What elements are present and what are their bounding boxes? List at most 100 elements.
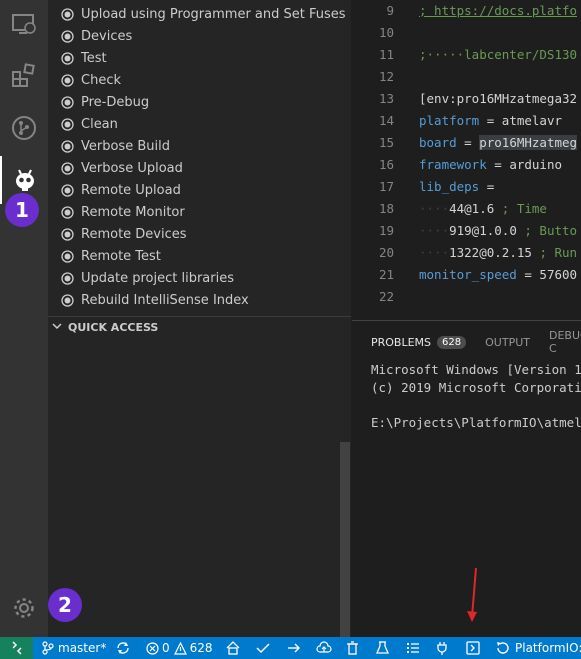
tree-label: Platform updates bbox=[89, 487, 201, 502]
line-number: 20 bbox=[378, 245, 394, 260]
line-number: 15 bbox=[378, 135, 394, 150]
remote-upload-cloud-icon[interactable] bbox=[316, 637, 332, 659]
code-line: 12 bbox=[352, 66, 581, 88]
tree-group[interactable]: Updates bbox=[48, 440, 340, 462]
line-number: 21 bbox=[378, 267, 394, 282]
upload-arrow-icon[interactable] bbox=[287, 637, 301, 659]
tree-group[interactable]: Debug bbox=[48, 374, 340, 396]
line-number: 13 bbox=[378, 91, 394, 106]
indent-whitespace: ···· bbox=[419, 201, 450, 216]
tree-item[interactable]: Upgrade PlatformIO Core bbox=[48, 616, 340, 637]
error-icon bbox=[146, 641, 159, 655]
task-item[interactable]: Verbose Upload bbox=[48, 157, 351, 179]
config-key: monitor_speed bbox=[419, 267, 517, 282]
serial-monitor-plug-icon[interactable] bbox=[436, 637, 448, 659]
config-key: platform bbox=[419, 113, 480, 128]
tree-item[interactable]: Clone Git Project bbox=[48, 572, 340, 594]
remote-indicator[interactable] bbox=[0, 637, 33, 659]
source-control-icon[interactable] bbox=[0, 104, 48, 152]
task-item[interactable]: Clean bbox=[48, 113, 351, 135]
task-item[interactable]: Pre-Debug bbox=[48, 91, 351, 113]
tab-problems-label: PROBLEMS bbox=[371, 335, 432, 349]
code-line: 11 ;·····labcenter/DS130 bbox=[352, 44, 581, 66]
task-item[interactable]: Remote Upload bbox=[48, 179, 351, 201]
code-token: ; https://docs.platfo bbox=[419, 3, 578, 18]
config-key: framework bbox=[419, 157, 487, 172]
task-item[interactable]: Rebuild IntelliSense Index bbox=[48, 289, 351, 311]
extensions-icon[interactable] bbox=[0, 52, 48, 100]
indent-whitespace: ···· bbox=[419, 223, 450, 238]
tree-item[interactable]: Library updates bbox=[48, 462, 340, 484]
trash-icon[interactable] bbox=[346, 637, 359, 659]
task-item[interactable]: Remote Devices bbox=[48, 223, 351, 245]
tree-item[interactable]: Toggle Debug Console bbox=[48, 418, 340, 440]
code-text: ····919@1.0.0 ; Butto bbox=[419, 223, 577, 238]
tree-label: Debug bbox=[81, 377, 124, 392]
tree-group[interactable]: Miscellaneous bbox=[48, 528, 340, 550]
task-item[interactable]: Devices bbox=[48, 25, 351, 47]
code-line: 16 framework = arduino bbox=[352, 154, 581, 176]
task-label: Verbose Build bbox=[81, 138, 170, 154]
tree-label: Update All bbox=[89, 509, 157, 524]
task-radio-icon bbox=[61, 95, 74, 109]
tree-item[interactable]: Update All bbox=[48, 506, 340, 528]
code-text: monitor_speed = 57600 bbox=[419, 267, 577, 282]
task-list-icon[interactable] bbox=[406, 637, 420, 659]
task-radio-icon bbox=[61, 139, 74, 153]
tree-item[interactable]: Platform updates bbox=[48, 484, 340, 506]
task-label: Clean bbox=[81, 116, 118, 132]
tree-item[interactable]: New Terminal bbox=[48, 594, 340, 616]
equals-sign: = bbox=[456, 135, 480, 150]
task-radio-icon bbox=[61, 249, 74, 263]
task-item[interactable]: Test bbox=[48, 47, 351, 69]
test-flask-icon[interactable] bbox=[376, 637, 389, 659]
code-line: 21 monitor_speed = 57600 bbox=[352, 264, 581, 286]
code-editor[interactable]: 9 ; https://docs.platfo 10 11 ;·····labcente… bbox=[352, 0, 581, 320]
line-number: 10 bbox=[378, 25, 394, 40]
dependency-id: 919@1.0.0 bbox=[449, 223, 517, 238]
task-item[interactable]: Upload using Programmer and Set Fuses bbox=[48, 3, 351, 25]
branch-indicator[interactable]: master* bbox=[42, 637, 106, 659]
annotation-arrow bbox=[467, 567, 477, 622]
gear-icon[interactable] bbox=[0, 584, 48, 632]
platformio-status[interactable]: PlatformIO: I bbox=[496, 637, 581, 659]
task-item[interactable]: Check bbox=[48, 69, 351, 91]
task-item[interactable]: Update project libraries bbox=[48, 267, 351, 289]
chevron-down-icon bbox=[60, 444, 70, 459]
tree-item[interactable]: PlatformIO Core CLI bbox=[48, 550, 340, 572]
task-label: Rebuild IntelliSense Index bbox=[81, 292, 249, 308]
task-item[interactable]: Verbose Build bbox=[48, 135, 351, 157]
line-number: 9 bbox=[386, 3, 394, 18]
sync-icon[interactable] bbox=[116, 637, 130, 659]
new-terminal-icon[interactable] bbox=[466, 637, 480, 659]
code-text: ;·····labcenter/DS130 bbox=[419, 47, 577, 62]
code-line: 19 ····919@1.0.0 ; Butto bbox=[352, 220, 581, 242]
tab-output[interactable]: OUTPUT bbox=[485, 336, 530, 349]
task-label: Remote Monitor bbox=[81, 204, 185, 220]
tab-problems[interactable]: PROBLEMS 628 bbox=[371, 335, 467, 349]
tree-item[interactable]: Devices bbox=[48, 352, 340, 374]
status-bar: master* 0 628 PlatformIO: I bbox=[0, 637, 581, 659]
tree-item[interactable]: Start Debugging bbox=[48, 396, 340, 418]
terminal-line: (c) 2019 Microsoft Corporation bbox=[371, 380, 581, 395]
code-line: 15 board = pro16MHzatmeg bbox=[352, 132, 581, 154]
build-check-icon[interactable] bbox=[256, 637, 270, 659]
task-item[interactable]: Remote Test bbox=[48, 245, 351, 267]
activity-bar: 1 bbox=[0, 0, 48, 637]
refresh-icon bbox=[497, 642, 509, 654]
sidebar-scrollbar[interactable] bbox=[340, 442, 350, 637]
tree-label: Start Debugging bbox=[89, 399, 196, 414]
home-icon[interactable] bbox=[226, 637, 240, 659]
problems-count-badge: 628 bbox=[437, 335, 467, 349]
task-item[interactable]: Remote Monitor bbox=[48, 201, 351, 223]
task-radio-icon bbox=[61, 73, 74, 87]
code-text: board = pro16MHzatmeg bbox=[419, 135, 578, 150]
equals-sign: = bbox=[479, 179, 502, 194]
problems-indicator[interactable]: 0 628 bbox=[146, 637, 213, 659]
code-line: 18 ····44@1.6 ; Time bbox=[352, 198, 581, 220]
task-label: Remote Upload bbox=[81, 182, 181, 198]
tab-debug-console[interactable]: DEBUG C bbox=[549, 329, 581, 355]
remote-explorer-icon[interactable] bbox=[0, 0, 48, 48]
quick-access-header[interactable]: QUICK ACCESS bbox=[48, 316, 351, 338]
